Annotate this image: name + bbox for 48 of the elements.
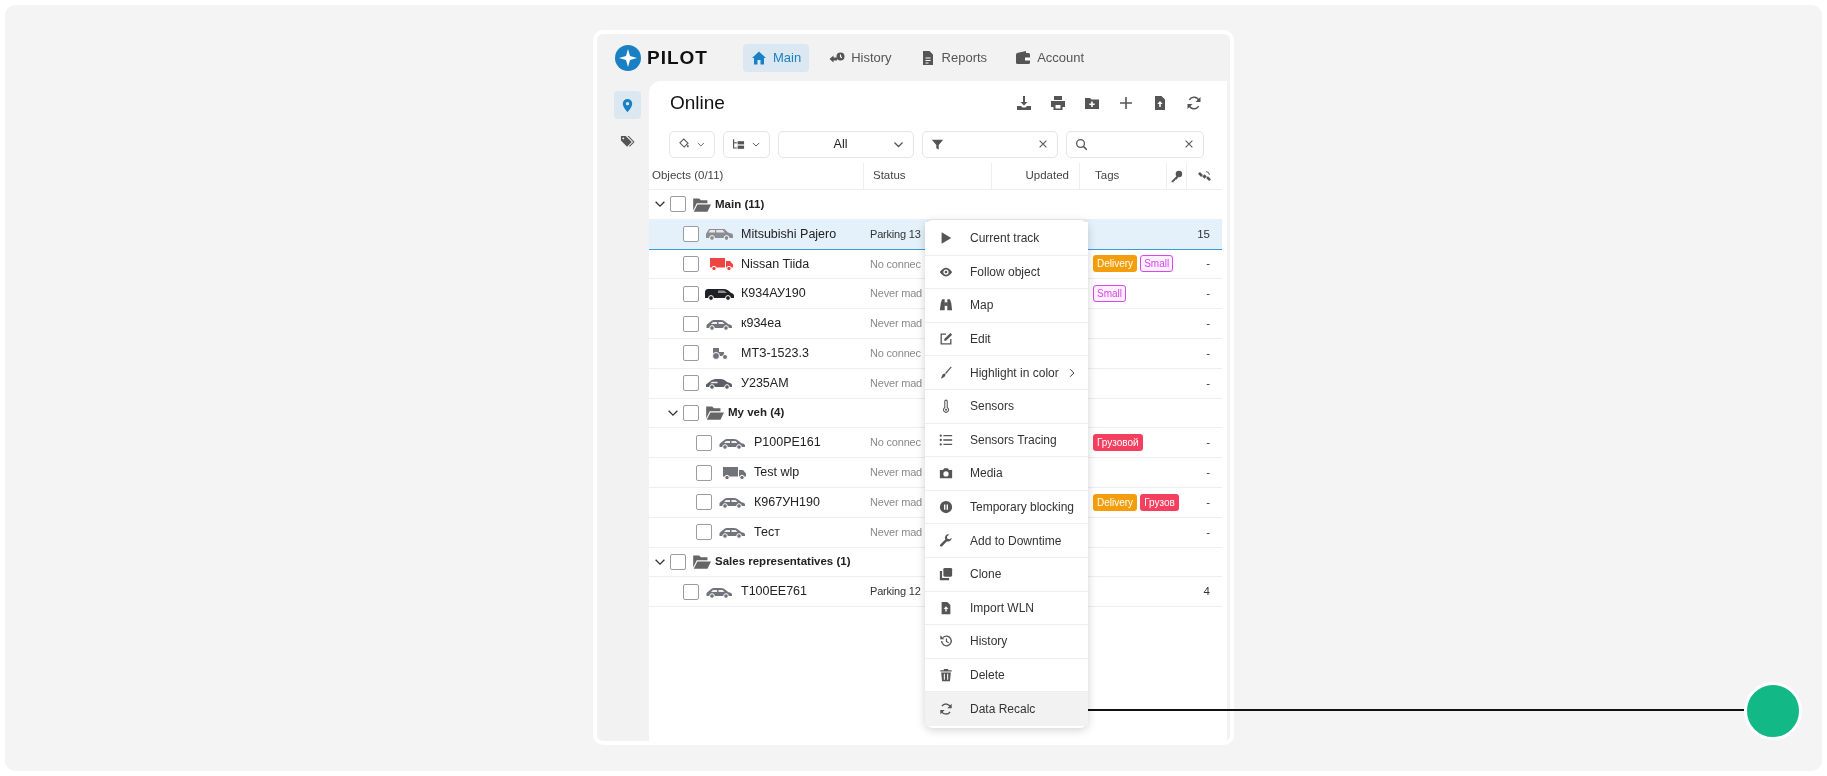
value-text: - [1206,525,1210,538]
value-text: - [1206,287,1210,300]
status-text: No connec [869,347,921,359]
object-name: Mitsubishi Pajero [741,225,837,243]
object-name: Т100ЕЕ761 [741,583,808,601]
status-text: No connec [869,257,921,270]
value-text: 15 [1197,227,1210,240]
status-text: Never mad [869,525,922,538]
status-text: Never mad [869,317,922,330]
value-text: - [1206,465,1210,478]
status-text: Never mad [869,496,922,508]
status-text: Never mad [869,466,922,479]
status-text: Parking 12 [869,585,921,598]
column-header: Updated [1025,168,1069,184]
group-label: My veh (4) [728,405,785,421]
object-name: К934АУ190 [741,285,806,303]
value-text: - [1206,495,1210,508]
object-name: к934еа [741,315,782,333]
tag: Delivery [1093,493,1138,511]
value-text: 4 [1203,585,1210,598]
object-name: К967УН190 [754,494,820,511]
tag: Грузов [1140,493,1179,511]
tag: Delivery [1093,255,1138,273]
status-text: Parking 13 [869,227,921,240]
object-name: Test wlp [754,464,800,482]
value-text: - [1206,436,1210,449]
panel-title: Online [670,90,725,115]
value-text: - [1206,346,1210,359]
object-name: Nissan Tiida [741,255,810,273]
object-name: МТЗ-1523.3 [741,345,809,362]
value-text: - [1206,376,1210,389]
status-text: No connec [869,436,921,449]
value-text: - [1206,316,1210,329]
group-label: Main (11) [715,196,765,212]
column-header: Tags [1095,168,1120,184]
object-name: Тест [754,523,780,541]
group-label: Sales representatives (1) [715,554,851,570]
logo-text: PILOT [647,48,708,67]
tag: Small [1140,255,1174,273]
value-text: - [1206,257,1210,270]
object-name: У235АМ [741,374,789,392]
column-header: Objects (0/11) [652,168,724,184]
status-text: Never mad [869,376,922,389]
tag: Грузовой [1093,434,1143,452]
object-name: Р100РЕ161 [754,434,821,452]
column-header: Status [873,168,906,184]
tag: Small [1093,285,1126,303]
status-text: Never mad [869,287,922,300]
